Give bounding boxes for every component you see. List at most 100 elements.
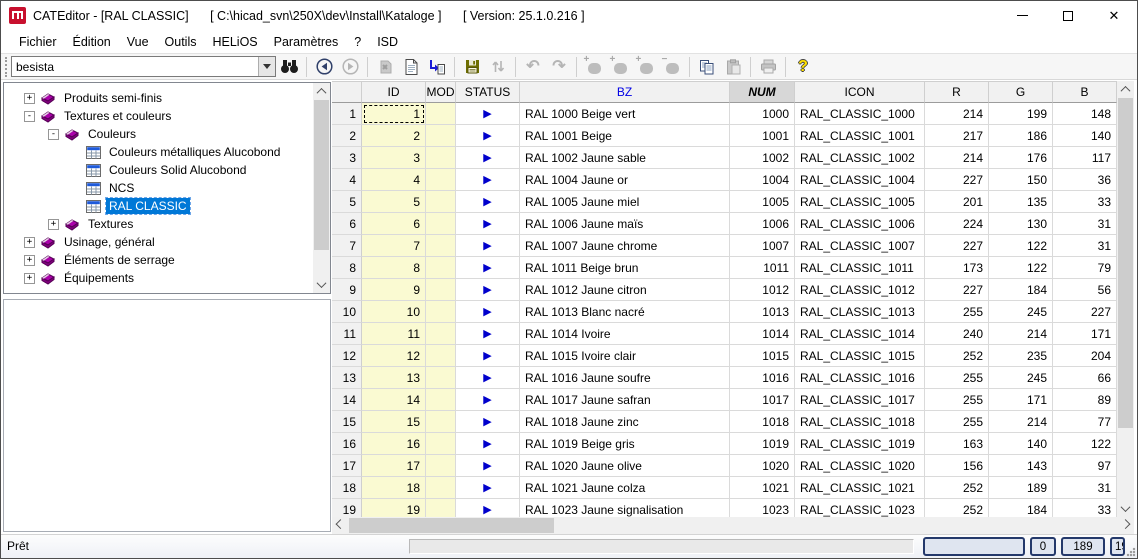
- id-cell[interactable]: 13: [362, 367, 426, 389]
- bz-cell[interactable]: RAL 1002 Jaune sable: [520, 147, 730, 169]
- row-number-cell[interactable]: 12: [332, 345, 362, 367]
- column-header-r[interactable]: R: [925, 81, 989, 103]
- tree-item-label[interactable]: Couleurs Solid Alucobond: [106, 162, 249, 178]
- row-number-cell[interactable]: 18: [332, 477, 362, 499]
- tree-item--l-ments-de-serrage[interactable]: +Éléments de serrage: [4, 251, 313, 269]
- row-number-cell[interactable]: 17: [332, 455, 362, 477]
- id-cell[interactable]: 10: [362, 301, 426, 323]
- row-number-cell[interactable]: 14: [332, 389, 362, 411]
- mod-cell[interactable]: [426, 389, 456, 411]
- icon-name-cell[interactable]: RAL_CLASSIC_1011: [795, 257, 925, 279]
- column-header-mod[interactable]: MOD: [426, 81, 456, 103]
- menu-item-fichier[interactable]: Fichier: [11, 32, 65, 52]
- icon-name-cell[interactable]: RAL_CLASSIC_1013: [795, 301, 925, 323]
- tree-item-label[interactable]: Textures: [85, 216, 136, 232]
- tree-item-label[interactable]: Textures et couleurs: [61, 108, 174, 124]
- help-button[interactable]: ?: [791, 55, 815, 78]
- close-button[interactable]: ✕: [1091, 1, 1137, 30]
- tree-item-label[interactable]: NCS: [106, 180, 137, 196]
- status-cell[interactable]: ▶: [456, 147, 520, 169]
- mod-cell[interactable]: [426, 191, 456, 213]
- r-cell[interactable]: 240: [925, 323, 989, 345]
- scroll-up-icon[interactable]: [313, 83, 330, 100]
- mod-cell[interactable]: [426, 213, 456, 235]
- document-button[interactable]: [399, 55, 423, 78]
- g-cell[interactable]: 189: [989, 477, 1053, 499]
- bz-cell[interactable]: RAL 1023 Jaune signalisation: [520, 499, 730, 517]
- search-dropdown-button[interactable]: [258, 57, 275, 76]
- tree-vertical-scrollbar[interactable]: [313, 83, 330, 293]
- b-cell[interactable]: 77: [1053, 411, 1117, 433]
- g-cell[interactable]: 184: [989, 499, 1053, 517]
- row-number-cell[interactable]: 6: [332, 213, 362, 235]
- tree-item-label[interactable]: RAL CLASSIC: [106, 198, 190, 214]
- id-cell[interactable]: 5: [362, 191, 426, 213]
- b-cell[interactable]: 89: [1053, 389, 1117, 411]
- find-button[interactable]: [277, 55, 301, 78]
- icon-name-cell[interactable]: RAL_CLASSIC_1020: [795, 455, 925, 477]
- g-cell[interactable]: 143: [989, 455, 1053, 477]
- collapse-icon[interactable]: -: [24, 111, 35, 122]
- id-cell[interactable]: 18: [362, 477, 426, 499]
- scroll-down-icon[interactable]: [1117, 500, 1134, 517]
- row-number-cell[interactable]: 13: [332, 367, 362, 389]
- tree-item-textures[interactable]: +Textures: [4, 215, 313, 233]
- mod-cell[interactable]: [426, 169, 456, 191]
- g-cell[interactable]: 245: [989, 301, 1053, 323]
- icon-name-cell[interactable]: RAL_CLASSIC_1001: [795, 125, 925, 147]
- b-cell[interactable]: 204: [1053, 345, 1117, 367]
- scroll-up-icon[interactable]: [1117, 81, 1134, 98]
- mod-cell[interactable]: [426, 477, 456, 499]
- g-cell[interactable]: 176: [989, 147, 1053, 169]
- maximize-button[interactable]: [1045, 1, 1091, 30]
- g-cell[interactable]: 214: [989, 323, 1053, 345]
- status-cell[interactable]: ▶: [456, 367, 520, 389]
- b-cell[interactable]: 33: [1053, 499, 1117, 517]
- tree-item-produits-semi-finis[interactable]: +Produits semi-finis: [4, 89, 313, 107]
- num-cell[interactable]: 1014: [730, 323, 795, 345]
- num-cell[interactable]: 1016: [730, 367, 795, 389]
- r-cell[interactable]: 255: [925, 411, 989, 433]
- r-cell[interactable]: 163: [925, 433, 989, 455]
- id-cell[interactable]: 17: [362, 455, 426, 477]
- menu-item-outils[interactable]: Outils: [157, 32, 205, 52]
- num-cell[interactable]: 1002: [730, 147, 795, 169]
- tree-item-textures-et-couleurs[interactable]: - Textures et couleurs: [4, 107, 313, 125]
- icon-name-cell[interactable]: RAL_CLASSIC_1002: [795, 147, 925, 169]
- tree-item-label[interactable]: Équipements: [61, 270, 137, 286]
- copy-button[interactable]: [695, 55, 719, 78]
- status-cell[interactable]: ▶: [456, 323, 520, 345]
- back-button[interactable]: [312, 55, 336, 78]
- status-cell[interactable]: ▶: [456, 411, 520, 433]
- bz-cell[interactable]: RAL 1012 Jaune citron: [520, 279, 730, 301]
- icon-name-cell[interactable]: RAL_CLASSIC_1016: [795, 367, 925, 389]
- id-cell[interactable]: 11: [362, 323, 426, 345]
- import-button[interactable]: [425, 55, 449, 78]
- num-cell[interactable]: 1015: [730, 345, 795, 367]
- status-cell[interactable]: ▶: [456, 191, 520, 213]
- status-cell[interactable]: ▶: [456, 169, 520, 191]
- row-number-cell[interactable]: 10: [332, 301, 362, 323]
- tree-item-label[interactable]: Couleurs métalliques Alucobond: [106, 144, 283, 160]
- id-cell[interactable]: 6: [362, 213, 426, 235]
- column-header-num[interactable]: NUM: [730, 81, 795, 103]
- g-cell[interactable]: 184: [989, 279, 1053, 301]
- tree-item-label[interactable]: Produits semi-finis: [61, 90, 165, 106]
- tree-item-label[interactable]: Couleurs: [85, 126, 139, 142]
- id-cell[interactable]: 4: [362, 169, 426, 191]
- mod-cell[interactable]: [426, 235, 456, 257]
- mod-cell[interactable]: [426, 103, 456, 125]
- r-cell[interactable]: 156: [925, 455, 989, 477]
- bz-cell[interactable]: RAL 1019 Beige gris: [520, 433, 730, 455]
- id-cell[interactable]: 15: [362, 411, 426, 433]
- num-cell[interactable]: 1001: [730, 125, 795, 147]
- mod-cell[interactable]: [426, 433, 456, 455]
- menu-item-vue[interactable]: Vue: [119, 32, 157, 52]
- b-cell[interactable]: 79: [1053, 257, 1117, 279]
- row-number-cell[interactable]: 15: [332, 411, 362, 433]
- row-number-cell[interactable]: 5: [332, 191, 362, 213]
- bz-cell[interactable]: RAL 1004 Jaune or: [520, 169, 730, 191]
- b-cell[interactable]: 66: [1053, 367, 1117, 389]
- save-button[interactable]: [460, 55, 484, 78]
- table-scrollbar-thumb[interactable]: [1118, 98, 1133, 428]
